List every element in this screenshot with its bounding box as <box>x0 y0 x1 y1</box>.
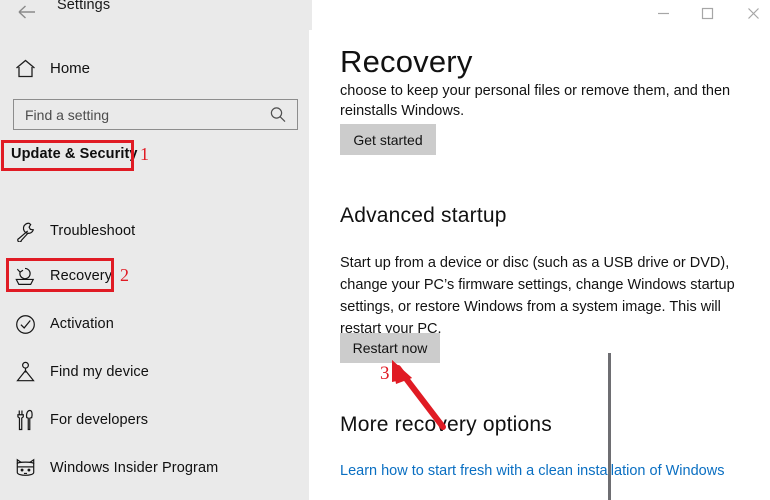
reset-pc-description-line2: reinstalls Windows. <box>340 103 465 119</box>
maximize-button[interactable] <box>684 0 730 26</box>
sidebar-item-for-developers[interactable]: For developers <box>0 402 300 438</box>
window-title: Settings <box>57 0 111 13</box>
annotation-number-2: 2 <box>120 265 129 285</box>
sidebar-home-label: Home <box>50 59 91 77</box>
search-box[interactable] <box>13 99 298 130</box>
sidebar-item-troubleshoot[interactable]: Troubleshoot <box>0 213 300 249</box>
minimize-button[interactable] <box>640 0 686 26</box>
sidebar-item-find-my-device[interactable]: Find my device <box>0 354 300 390</box>
sidebar-scrollbar[interactable] <box>303 30 611 500</box>
sidebar-category-update-security[interactable]: Update & Security <box>11 146 138 162</box>
wrench-icon <box>0 221 50 242</box>
annotation-number-3: 3 <box>380 363 390 384</box>
sidebar-item-windows-insider-program[interactable]: Windows Insider Program <box>0 450 300 486</box>
settings-window: Settings Home Find a setting Update & Se… <box>0 0 770 500</box>
sidebar-item-recovery-label: Recovery <box>50 268 113 284</box>
search-input[interactable] <box>14 99 267 130</box>
home-icon <box>0 59 50 78</box>
restart-now-button[interactable]: Restart now <box>340 333 440 363</box>
sidebar-item-home[interactable]: Home <box>0 50 300 86</box>
content-pane: Recovery choose to keep your personal fi… <box>312 30 770 500</box>
sidebar-scrollbar-thumb[interactable] <box>608 353 611 500</box>
sidebar-item-find-my-device-label: Find my device <box>50 364 149 380</box>
back-arrow-icon <box>18 5 35 19</box>
developer-tools-icon <box>0 409 50 431</box>
back-button[interactable] <box>14 1 40 23</box>
get-started-button[interactable]: Get started <box>340 124 436 155</box>
find-device-icon <box>0 361 50 383</box>
sidebar-item-activation-label: Activation <box>50 316 114 332</box>
recovery-icon <box>0 266 50 287</box>
title-bar: Settings <box>0 0 770 30</box>
search-icon[interactable] <box>268 105 288 130</box>
sidebar-item-troubleshoot-label: Troubleshoot <box>50 223 136 239</box>
maximize-icon <box>701 7 713 19</box>
advanced-startup-heading: Advanced startup <box>340 204 507 227</box>
sidebar-item-for-developers-label: For developers <box>50 412 149 428</box>
ninjacat-icon <box>0 458 50 479</box>
close-icon <box>747 7 759 19</box>
sidebar: Home Update & Security Troubleshoot <box>0 0 611 500</box>
more-recovery-options-heading: More recovery options <box>340 413 552 436</box>
minimize-icon <box>657 12 669 14</box>
sidebar-item-recovery[interactable]: Recovery <box>0 258 300 294</box>
advanced-startup-description: Start up from a device or disc (such as … <box>340 255 735 338</box>
annotation-number-1: 1 <box>140 144 149 164</box>
sidebar-item-windows-insider-program-label: Windows Insider Program <box>50 460 219 476</box>
close-button[interactable] <box>730 0 770 26</box>
clean-install-link[interactable]: Learn how to start fresh with a clean in… <box>340 463 724 479</box>
check-circle-icon <box>0 314 50 335</box>
sidebar-item-activation[interactable]: Activation <box>0 306 300 342</box>
page-title: Recovery <box>340 44 473 80</box>
